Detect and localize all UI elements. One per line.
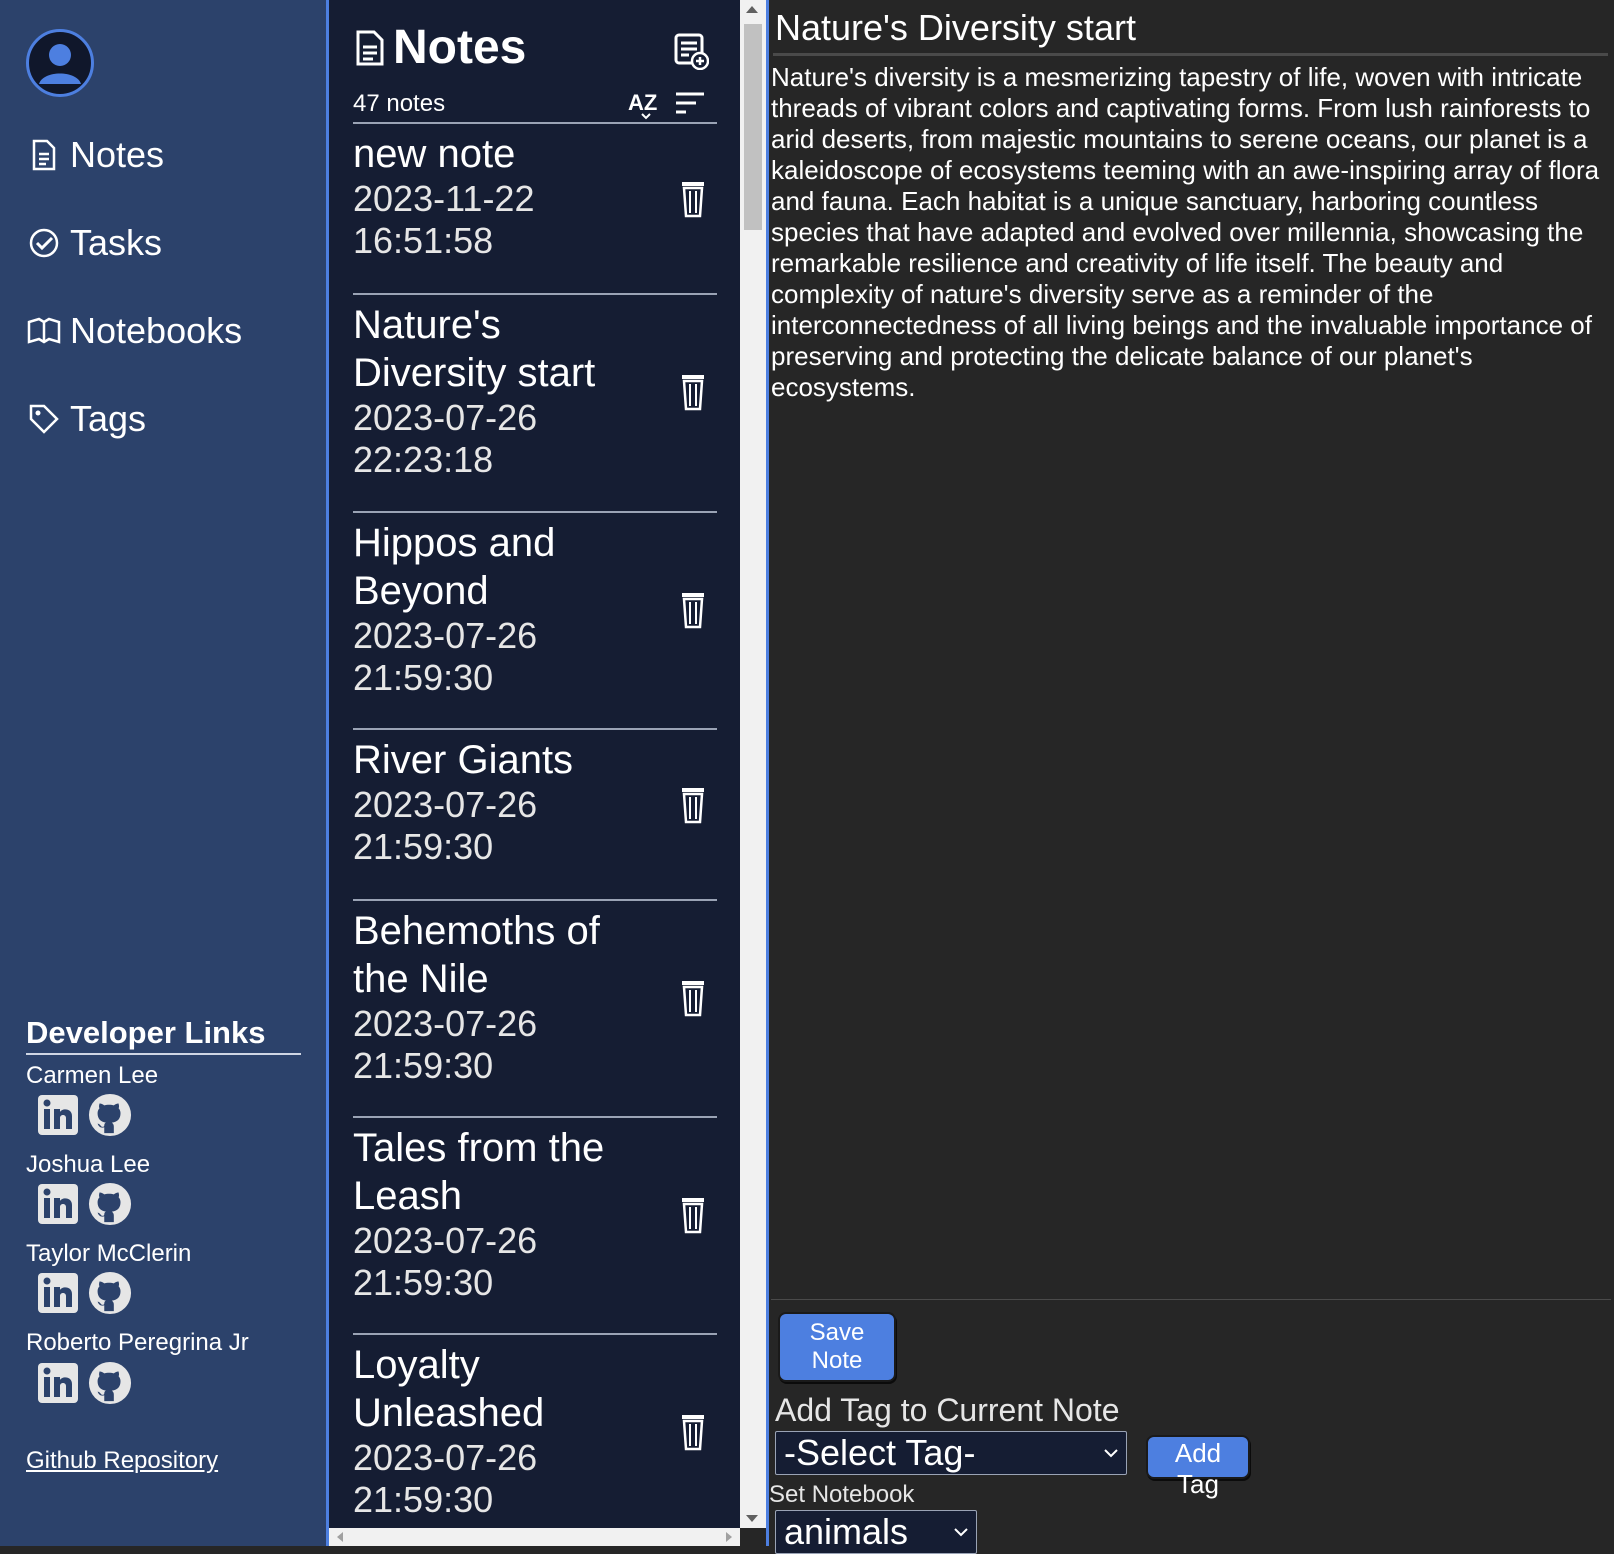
note-list-horizontal-scrollbar[interactable]	[329, 1528, 740, 1546]
note-time: 21:59:30	[353, 1479, 494, 1520]
linkedin-icon[interactable]	[36, 1092, 80, 1138]
nav-notes-label: Notes	[70, 134, 165, 175]
github-icon[interactable]	[88, 1181, 132, 1227]
note-time: 22:23:18	[353, 439, 494, 480]
document-icon	[355, 26, 391, 70]
note-title: Loyalty Unleashed	[353, 1343, 545, 1435]
notebook-select-value: animals	[784, 1511, 909, 1552]
note-date: 2023-07-26	[353, 1003, 538, 1044]
developer-name: Taylor McClerin	[26, 1240, 192, 1267]
scroll-right-arrow-icon[interactable]	[726, 1532, 732, 1542]
user-avatar-icon[interactable]	[26, 29, 94, 97]
note-date: 2023-07-26	[353, 615, 538, 656]
new-note-icon[interactable]	[673, 32, 710, 71]
nav-notebooks-label: Notebooks	[70, 310, 243, 351]
note-card[interactable]: Hippos and Beyond 2023-07-26 21:59:30	[353, 511, 717, 729]
note-card[interactable]: Behemoths of the Nile 2023-07-26 21:59:3…	[353, 899, 717, 1117]
developer-name: Joshua Lee	[26, 1151, 151, 1178]
note-time: 21:59:30	[353, 657, 494, 698]
note-time: 21:59:30	[353, 1262, 494, 1303]
developer-name: Roberto Peregrina Jr	[26, 1329, 249, 1356]
svg-text:AZ: AZ	[628, 90, 657, 115]
notebook-select[interactable]: animals	[775, 1510, 977, 1554]
note-title-input[interactable]	[773, 2, 1608, 56]
scroll-left-arrow-icon[interactable]	[337, 1532, 343, 1542]
note-list-vertical-scrollbar[interactable]	[740, 0, 766, 1528]
trash-icon[interactable]	[679, 178, 707, 218]
developer-name: Carmen Lee	[26, 1062, 159, 1089]
note-date: 2023-07-26	[353, 784, 538, 825]
developer-links	[36, 1270, 132, 1316]
nav-notes[interactable]: Notes	[26, 125, 164, 185]
scroll-down-arrow-icon[interactable]	[746, 1515, 758, 1522]
note-card[interactable]: Loyalty Unleashed 2023-07-26 21:59:30	[353, 1333, 717, 1546]
nav-tags[interactable]: Tags	[26, 389, 146, 449]
github-icon[interactable]	[88, 1092, 132, 1138]
note-title: new note	[353, 132, 516, 176]
note-title: Behemoths of the Nile	[353, 909, 600, 1001]
note-date: 2023-11-22	[353, 178, 535, 219]
github-icon[interactable]	[88, 1270, 132, 1316]
note-editor: Nature's diversity is a mesmerizing tape…	[769, 0, 1614, 1554]
note-count: 47 notes	[353, 90, 446, 117]
developer-links	[36, 1092, 132, 1138]
linkedin-icon[interactable]	[36, 1181, 80, 1227]
note-time: 21:59:30	[353, 826, 494, 867]
save-note-button[interactable]: Save Note	[778, 1312, 896, 1382]
developer-links-title: Developer Links	[26, 1015, 301, 1055]
scroll-up-arrow-icon[interactable]	[746, 6, 758, 13]
trash-icon[interactable]	[679, 977, 707, 1017]
github-repository-link[interactable]: Github Repository	[26, 1447, 218, 1475]
developer-links	[36, 1181, 132, 1227]
tag-icon	[26, 401, 62, 437]
github-icon[interactable]	[88, 1360, 132, 1406]
open-book-icon	[26, 313, 62, 349]
chevron-down-icon	[954, 1528, 968, 1537]
trash-icon[interactable]	[679, 371, 707, 411]
developer-links	[36, 1360, 132, 1406]
note-title: Nature's Diversity start	[353, 303, 596, 395]
nav-tags-label: Tags	[70, 398, 147, 439]
tag-select[interactable]: -Select Tag-	[775, 1431, 1127, 1475]
note-card[interactable]: new note 2023-11-22 16:51:58	[353, 122, 717, 294]
set-notebook-label: Set Notebook	[769, 1481, 915, 1508]
nav-tasks[interactable]: Tasks	[26, 213, 162, 273]
note-card[interactable]: Tales from the Leash 2023-07-26 21:59:30	[353, 1116, 717, 1334]
note-title: Tales from the Leash	[353, 1126, 605, 1218]
note-card[interactable]: River Giants 2023-07-26 21:59:30	[353, 728, 717, 900]
nav-tasks-label: Tasks	[70, 222, 163, 263]
linkedin-icon[interactable]	[36, 1270, 80, 1316]
sort-alpha-icon[interactable]: AZ	[626, 86, 662, 120]
add-tag-label: Add Tag to Current Note	[775, 1392, 1120, 1428]
trash-icon[interactable]	[679, 589, 707, 629]
note-title: Hippos and Beyond	[353, 521, 556, 613]
note-date: 2023-07-26	[353, 1437, 538, 1478]
note-list-header: Notes	[355, 20, 526, 75]
add-tag-button[interactable]: Add Tag	[1146, 1435, 1250, 1499]
trash-icon[interactable]	[679, 784, 707, 824]
sort-lines-icon[interactable]	[674, 90, 706, 116]
note-card[interactable]: Nature's Diversity start 2023-07-26 22:2…	[353, 293, 717, 511]
note-list-title: Notes	[393, 21, 527, 74]
note-date: 2023-07-26	[353, 1220, 538, 1261]
trash-icon[interactable]	[679, 1194, 707, 1234]
scrollbar-thumb[interactable]	[744, 24, 762, 230]
note-title: River Giants	[353, 738, 574, 782]
check-circle-icon	[26, 225, 62, 261]
note-time: 21:59:30	[353, 1045, 494, 1086]
document-icon	[26, 137, 62, 173]
sidebar: Notes Tasks Notebooks Tags Developer Lin…	[0, 0, 326, 1546]
nav-notebooks[interactable]: Notebooks	[26, 301, 242, 361]
linkedin-icon[interactable]	[36, 1360, 80, 1406]
tag-select-value: -Select Tag-	[784, 1432, 976, 1473]
trash-icon[interactable]	[679, 1411, 707, 1451]
note-body-textarea[interactable]: Nature's diversity is a mesmerizing tape…	[771, 60, 1611, 1300]
chevron-down-icon	[1104, 1449, 1118, 1458]
note-time: 16:51:58	[353, 220, 494, 261]
note-list-panel: Notes 47 notes AZ new note 2023-11-22 16…	[329, 0, 740, 1546]
note-date: 2023-07-26	[353, 397, 538, 438]
